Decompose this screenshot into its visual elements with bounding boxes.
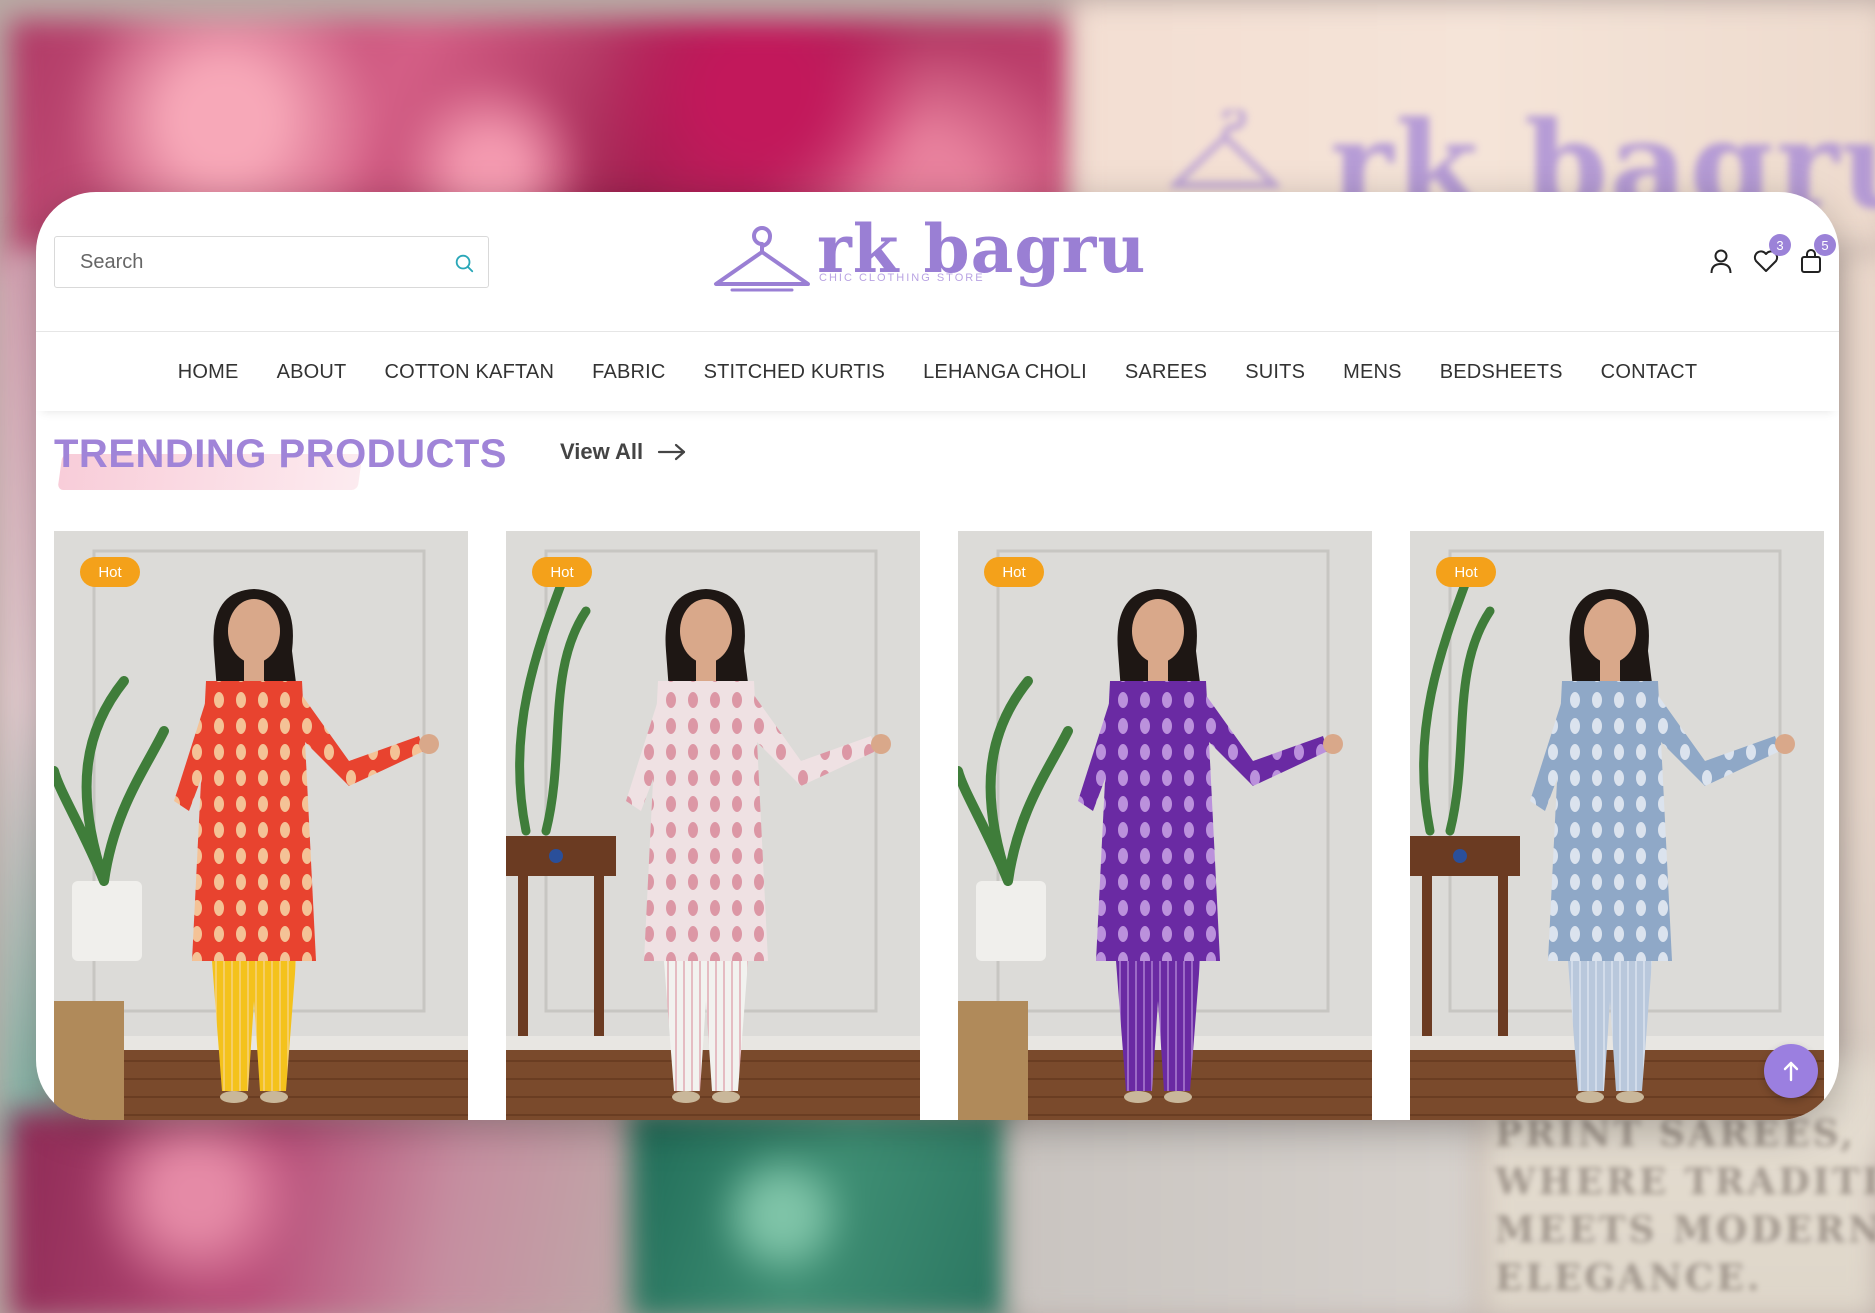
- product-photo: [506, 531, 920, 1120]
- nav-item-about[interactable]: ABOUT: [277, 361, 347, 384]
- product-photo: [54, 531, 468, 1120]
- user-icon: [1710, 249, 1732, 274]
- nav-item-stitched-kurtis[interactable]: STITCHED KURTIS: [704, 361, 886, 384]
- cart-button[interactable]: 5: [1794, 234, 1836, 278]
- search-bar: [54, 236, 489, 288]
- nav-item-lehanga-choli[interactable]: LEHANGA CHOLI: [923, 361, 1087, 384]
- background-fabric-green: [630, 1110, 1010, 1313]
- nav-item-contact[interactable]: CONTACT: [1601, 361, 1698, 384]
- product-card[interactable]: Hot: [54, 531, 468, 1120]
- nav-item-cotton-kaftan[interactable]: COTTON KAFTAN: [384, 361, 554, 384]
- search-input[interactable]: [55, 237, 435, 287]
- hanger-icon: [714, 226, 810, 292]
- hot-badge: Hot: [80, 557, 140, 587]
- product-card[interactable]: Hot: [1410, 531, 1824, 1120]
- back-to-top-button[interactable]: [1764, 1044, 1818, 1098]
- nav-item-suits[interactable]: SUITS: [1245, 361, 1305, 384]
- ghost-tagline-text: PRINT SAREES, WHERE TRADITION MEETS MODE…: [1495, 1113, 1875, 1299]
- wishlist-button[interactable]: 3: [1749, 234, 1791, 278]
- hot-badge: Hot: [984, 557, 1044, 587]
- main-navigation: HOME ABOUT COTTON KAFTAN FABRIC STITCHED…: [36, 333, 1839, 411]
- product-photo: [958, 531, 1372, 1120]
- background-bottom-grey: [1010, 1110, 1480, 1313]
- account-button[interactable]: [1704, 244, 1738, 278]
- nav-item-mens[interactable]: MENS: [1343, 361, 1402, 384]
- arrow-right-icon: [658, 443, 686, 461]
- nav-item-bedsheets[interactable]: BEDSHEETS: [1440, 361, 1563, 384]
- cart-count-badge: 5: [1814, 234, 1836, 256]
- nav-item-home[interactable]: HOME: [178, 361, 239, 384]
- site-header: rk bagru CHIC CLOTHING STORE 3: [36, 192, 1839, 332]
- ghost-hanger-icon: [1170, 110, 1280, 188]
- product-card[interactable]: Hot: [958, 531, 1372, 1120]
- view-all-label: View All: [560, 439, 644, 464]
- background-right-strip: [1835, 250, 1875, 1150]
- nav-item-fabric[interactable]: FABRIC: [592, 361, 665, 384]
- logo-tagline: CHIC CLOTHING STORE: [819, 272, 985, 284]
- background-fabric-bottom-pink: [10, 1110, 630, 1313]
- arrow-up-icon: [1783, 1061, 1799, 1082]
- website-card: rk bagru CHIC CLOTHING STORE 3: [36, 192, 1839, 1120]
- search-button[interactable]: [450, 249, 478, 277]
- view-all-link[interactable]: View All: [560, 439, 687, 465]
- product-photo: [1410, 531, 1824, 1120]
- wishlist-count-badge: 3: [1769, 234, 1791, 256]
- site-logo[interactable]: rk bagru CHIC CLOTHING STORE: [712, 210, 1145, 300]
- section-title: TRENDING PRODUCTS: [54, 432, 507, 476]
- nav-item-sarees[interactable]: SAREES: [1125, 361, 1207, 384]
- search-icon: [455, 254, 474, 273]
- hot-badge: Hot: [1436, 557, 1496, 587]
- product-card[interactable]: Hot: [506, 531, 920, 1120]
- hot-badge: Hot: [532, 557, 592, 587]
